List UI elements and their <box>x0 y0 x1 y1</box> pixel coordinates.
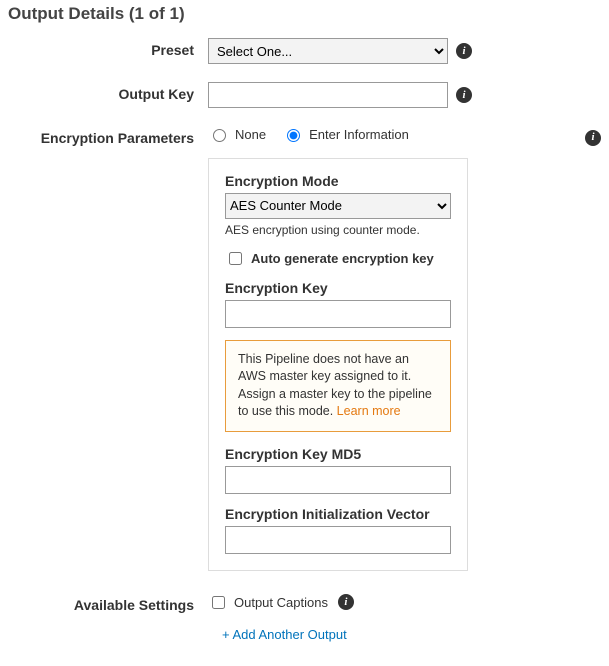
encryption-none-label: None <box>235 127 266 142</box>
available-settings-row: Available Settings Output Captions i <box>8 593 601 613</box>
auto-generate-key-label: Auto generate encryption key <box>251 251 434 266</box>
encryption-key-md5-input[interactable] <box>225 466 451 494</box>
encryption-mode-select[interactable]: AES Counter Mode <box>225 193 451 219</box>
info-icon[interactable]: i <box>456 87 472 103</box>
encryption-key-md5-label: Encryption Key MD5 <box>225 446 451 462</box>
encryption-panel: Encryption Mode AES Counter Mode AES enc… <box>208 158 468 571</box>
encryption-label: Encryption Parameters <box>8 126 208 146</box>
available-settings-label: Available Settings <box>8 593 208 613</box>
add-another-output-link[interactable]: + Add Another Output <box>222 627 347 642</box>
info-icon[interactable]: i <box>456 43 472 59</box>
encryption-enter-radio[interactable] <box>287 129 300 142</box>
encryption-key-input[interactable] <box>225 300 451 328</box>
encryption-mode-desc: AES encryption using counter mode. <box>225 223 451 237</box>
output-key-label: Output Key <box>8 82 208 102</box>
section-title: Output Details (1 of 1) <box>8 4 601 24</box>
pipeline-key-warning: This Pipeline does not have an AWS maste… <box>225 340 451 432</box>
encryption-iv-input[interactable] <box>225 526 451 554</box>
output-key-input[interactable] <box>208 82 448 108</box>
encryption-none-radio[interactable] <box>213 129 226 142</box>
info-icon[interactable]: i <box>585 130 601 146</box>
info-icon[interactable]: i <box>338 594 354 610</box>
output-key-row: Output Key i <box>8 82 601 108</box>
preset-select[interactable]: Select One... <box>208 38 448 64</box>
auto-generate-key-checkbox[interactable] <box>229 252 242 265</box>
encryption-mode-label: Encryption Mode <box>225 173 451 189</box>
encryption-enter-label: Enter Information <box>309 127 409 142</box>
encryption-row: Encryption Parameters None Enter Informa… <box>8 126 601 571</box>
preset-row: Preset Select One... i <box>8 38 601 64</box>
encryption-iv-label: Encryption Initialization Vector <box>225 506 451 522</box>
output-captions-checkbox[interactable] <box>212 596 225 609</box>
output-captions-label: Output Captions <box>234 595 328 610</box>
encryption-key-label: Encryption Key <box>225 280 451 296</box>
preset-label: Preset <box>8 38 208 58</box>
learn-more-link[interactable]: Learn more <box>337 404 401 418</box>
warning-text: This Pipeline does not have an AWS maste… <box>238 352 432 419</box>
